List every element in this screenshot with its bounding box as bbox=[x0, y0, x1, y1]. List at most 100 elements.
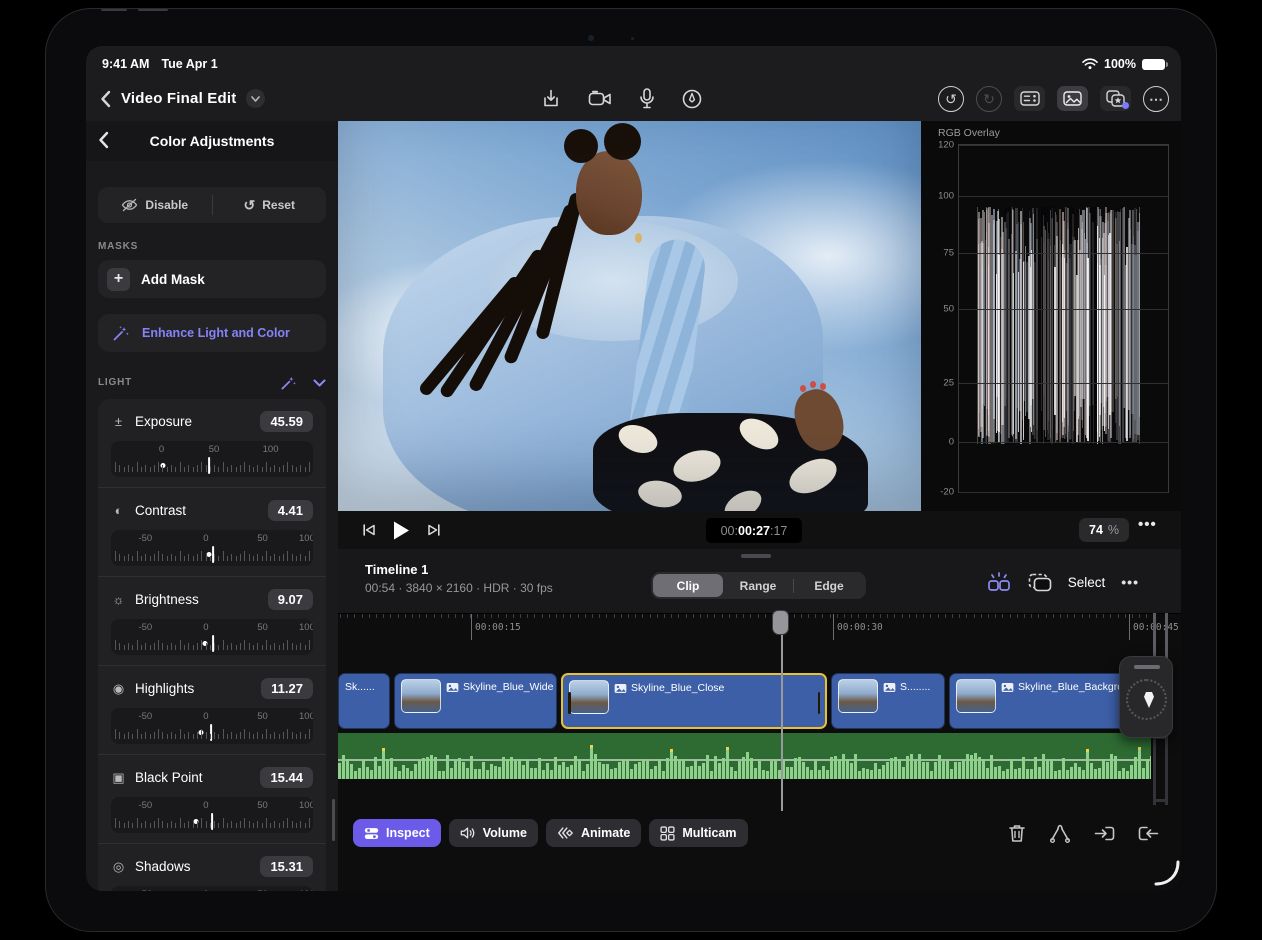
timeline-clip[interactable]: Skyline_Blue_Wide bbox=[394, 673, 557, 729]
scope-trace-stroke bbox=[1080, 215, 1082, 407]
light-wand-icon[interactable] bbox=[280, 374, 297, 391]
audio-waveform-bar bbox=[874, 763, 877, 779]
panel-back-chevron-icon[interactable] bbox=[98, 131, 109, 149]
slider-cursor[interactable] bbox=[211, 813, 213, 830]
slider-value[interactable]: 9.07 bbox=[268, 589, 313, 610]
viewer-more-icon[interactable]: ••• bbox=[1138, 516, 1157, 533]
segment-range[interactable]: Range bbox=[723, 574, 793, 597]
disable-button[interactable]: Disable bbox=[98, 198, 212, 212]
timeline-clip[interactable]: Sk...... bbox=[338, 673, 390, 729]
audio-waveform-bar bbox=[990, 755, 993, 779]
jog-wheel[interactable] bbox=[1119, 656, 1173, 738]
timecode-display[interactable]: 00:00:27:17 bbox=[706, 518, 802, 543]
ruler-tick-label: 0 bbox=[203, 889, 208, 891]
next-frame-icon[interactable] bbox=[427, 523, 441, 537]
timeline-more-icon[interactable]: ••• bbox=[1121, 574, 1139, 590]
animate-button[interactable]: Animate bbox=[546, 819, 641, 847]
timeline-clip[interactable]: S........ bbox=[831, 673, 945, 729]
playhead-handle[interactable] bbox=[772, 610, 789, 635]
tool-button-label: Animate bbox=[581, 826, 630, 840]
ruler-tick-label: 0 bbox=[203, 533, 208, 544]
ruler-minor-tick bbox=[506, 614, 507, 618]
slider-value[interactable]: 4.41 bbox=[268, 500, 313, 521]
ruler-minor-tick bbox=[614, 614, 615, 618]
title-dropdown-chevron-icon[interactable] bbox=[246, 89, 265, 108]
select-button[interactable]: Select bbox=[1068, 575, 1106, 590]
audio-waveform-bar bbox=[934, 762, 937, 779]
slider-value[interactable]: 11.27 bbox=[261, 678, 313, 699]
slider-value[interactable]: 15.44 bbox=[260, 767, 313, 788]
ruler-tick bbox=[274, 643, 275, 650]
corner-swipe-indicator[interactable] bbox=[1153, 859, 1181, 887]
microphone-icon[interactable] bbox=[639, 88, 655, 109]
scope-trace-stroke bbox=[1130, 229, 1131, 435]
annotate-icon[interactable] bbox=[682, 89, 702, 109]
video-preview[interactable] bbox=[338, 121, 921, 511]
reset-button[interactable]: ↺ Reset bbox=[213, 197, 327, 214]
ruler-tick bbox=[201, 640, 202, 650]
panel-drag-handle[interactable] bbox=[741, 554, 771, 558]
enhance-button[interactable]: Enhance Light and Color bbox=[98, 314, 326, 352]
redo-icon[interactable]: ↻ bbox=[976, 86, 1002, 112]
magnetic-timeline-icon[interactable] bbox=[986, 571, 1012, 593]
import-icon[interactable] bbox=[541, 88, 561, 109]
ruler-minor-tick bbox=[599, 614, 600, 618]
inspect-button[interactable]: Inspect bbox=[353, 819, 441, 847]
audio-waveform-bar bbox=[1002, 771, 1005, 779]
adjustment-slider-row[interactable]: ◐ Contrast 4.41 -50050100 bbox=[98, 487, 326, 576]
ruler-tick bbox=[218, 467, 219, 472]
slider-list: ± Exposure 45.59 050100 ◐ Contrast 4.41 … bbox=[98, 399, 326, 891]
slider-value[interactable]: 15.31 bbox=[260, 856, 313, 877]
ruler-minor-tick bbox=[1053, 614, 1054, 618]
insert-icon[interactable] bbox=[1094, 824, 1115, 843]
adjustment-slider-row[interactable]: ◎ Shadows 15.31 -50050100 bbox=[98, 843, 326, 891]
add-mask-button[interactable]: + Add Mask bbox=[98, 260, 326, 298]
adjustment-slider-row[interactable]: ☼ Brightness 9.07 -50050100 bbox=[98, 576, 326, 665]
audio-track[interactable] bbox=[338, 733, 1151, 779]
slider-ruler[interactable]: -50050100 bbox=[111, 886, 313, 891]
back-chevron-icon[interactable] bbox=[100, 90, 111, 108]
segment-clip[interactable]: Clip bbox=[653, 574, 723, 597]
timeline-ruler[interactable]: 00:00:1500:00:3000:00:45 bbox=[338, 613, 1181, 646]
multicam-button[interactable]: Multicam bbox=[649, 819, 747, 847]
effects-icon[interactable] bbox=[1100, 86, 1131, 111]
undo-icon[interactable]: ↺ bbox=[938, 86, 964, 112]
ruler-minor-tick bbox=[988, 614, 989, 618]
ruler-tick bbox=[188, 465, 189, 472]
overlay-clip-icon[interactable] bbox=[1028, 573, 1052, 592]
ruler-tick bbox=[236, 645, 237, 650]
trash-icon[interactable] bbox=[1008, 823, 1026, 843]
previous-frame-icon[interactable] bbox=[362, 523, 376, 537]
slider-ruler[interactable]: -50050100 bbox=[111, 708, 313, 744]
ruler-minor-tick bbox=[412, 614, 413, 618]
slider-ruler[interactable]: -50050100 bbox=[111, 619, 313, 655]
split-icon[interactable] bbox=[1049, 823, 1071, 843]
project-title[interactable]: Video Final Edit bbox=[121, 90, 236, 107]
light-collapse-chevron-icon[interactable] bbox=[313, 379, 326, 387]
adjustment-slider-row[interactable]: ◉ Highlights 11.27 -50050100 bbox=[98, 665, 326, 754]
slider-ruler[interactable]: -50050100 bbox=[111, 797, 313, 833]
slider-value[interactable]: 45.59 bbox=[260, 411, 313, 432]
sidebar-scrollbar[interactable] bbox=[332, 799, 335, 841]
ruler-tick bbox=[180, 640, 181, 650]
slider-ruler[interactable]: -50050100 bbox=[111, 530, 313, 566]
jog-dial[interactable] bbox=[1126, 679, 1167, 720]
adjustment-slider-row[interactable]: ± Exposure 45.59 050100 bbox=[98, 399, 326, 487]
overwrite-icon[interactable] bbox=[1138, 824, 1159, 843]
ruler-minor-tick bbox=[995, 614, 996, 618]
camera-icon[interactable] bbox=[588, 90, 612, 108]
segment-edge[interactable]: Edge bbox=[794, 574, 864, 597]
inspector-icon[interactable] bbox=[1014, 86, 1045, 111]
ruler-tick bbox=[227, 556, 228, 561]
timeline-clip[interactable]: Skyline_Blue_Close bbox=[561, 673, 827, 729]
more-icon[interactable]: ⋯ bbox=[1143, 86, 1169, 112]
slider-ruler[interactable]: 050100 bbox=[111, 441, 313, 477]
media-browser-icon[interactable] bbox=[1057, 86, 1088, 111]
play-icon[interactable] bbox=[392, 520, 411, 541]
ruler-tick bbox=[218, 823, 219, 828]
adjustment-slider-row[interactable]: ▣ Black Point 15.44 -50050100 bbox=[98, 754, 326, 843]
volume-button[interactable]: Volume bbox=[449, 819, 538, 847]
ruler-minor-tick bbox=[1046, 614, 1047, 618]
ruler-tick bbox=[154, 732, 155, 739]
zoom-level-button[interactable]: 74 % bbox=[1079, 518, 1129, 542]
